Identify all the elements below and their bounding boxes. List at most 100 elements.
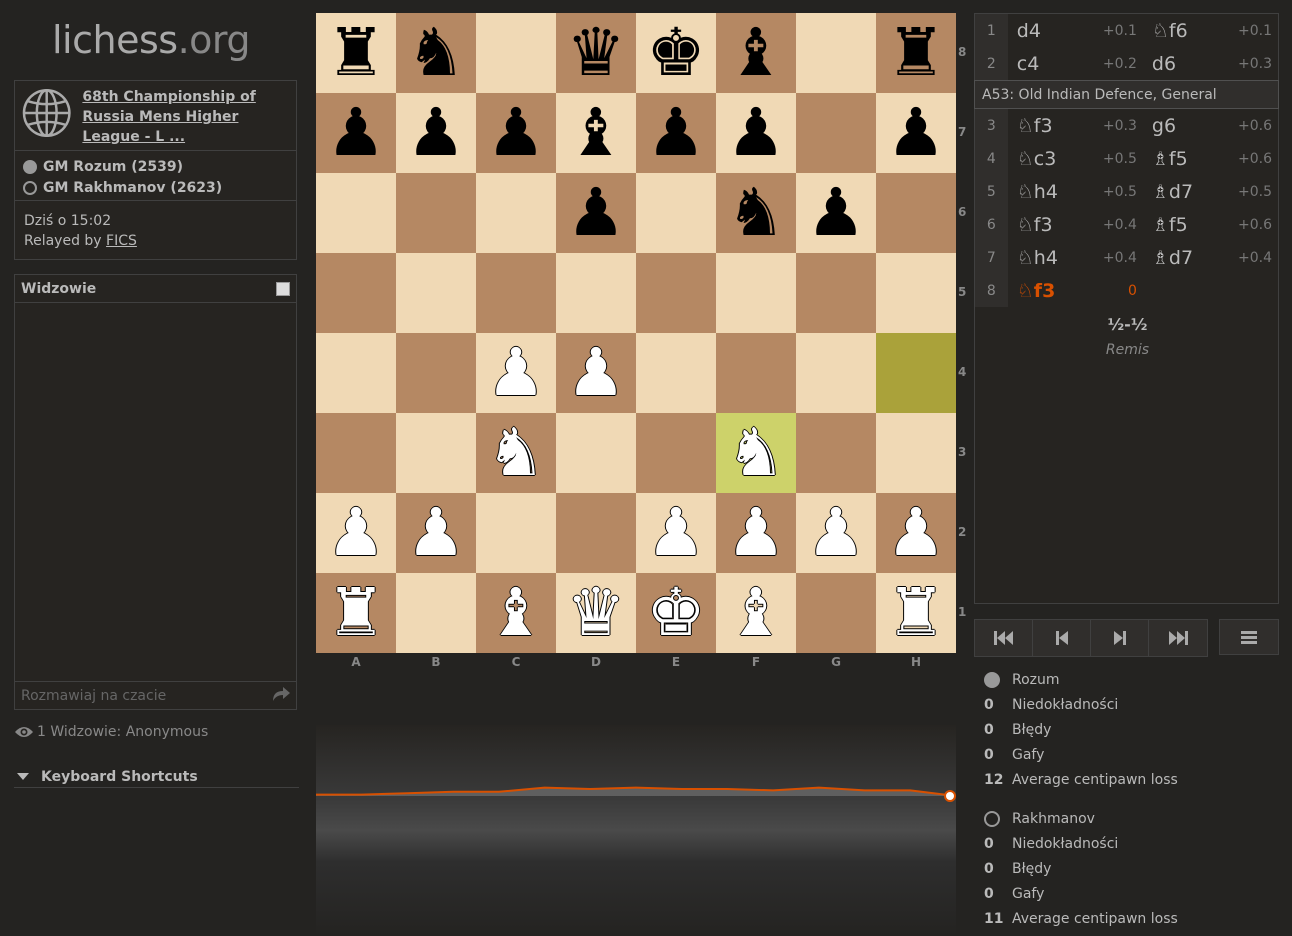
black-rook-piece[interactable]: ♜: [326, 13, 385, 93]
white-move[interactable]: d4 +0.1: [1008, 20, 1143, 42]
tournament-link[interactable]: 68th Championship of Russia Mens Higher …: [82, 87, 290, 145]
square-b2[interactable]: ♟: [396, 493, 476, 573]
square-d7[interactable]: ♝: [556, 93, 636, 173]
black-pawn-piece[interactable]: ♟: [886, 93, 945, 173]
white-pawn-piece[interactable]: ♟: [646, 493, 705, 573]
white-pawn-piece[interactable]: ♟: [326, 493, 385, 573]
square-c2[interactable]: [476, 493, 556, 573]
black-player[interactable]: GM Rakhmanov (2623): [23, 177, 288, 198]
square-b7[interactable]: ♟: [396, 93, 476, 173]
square-a4[interactable]: [316, 333, 396, 413]
square-b3[interactable]: [396, 413, 476, 493]
white-move[interactable]: ♘f3 +0.4: [1008, 214, 1143, 236]
square-a6[interactable]: [316, 173, 396, 253]
square-f5[interactable]: [716, 253, 796, 333]
square-c1[interactable]: ♝: [476, 573, 556, 653]
black-knight-piece[interactable]: ♞: [406, 13, 465, 93]
square-d8[interactable]: ♛: [556, 13, 636, 93]
black-bishop-piece[interactable]: ♝: [566, 93, 625, 173]
square-h5[interactable]: [876, 253, 956, 333]
square-b5[interactable]: [396, 253, 476, 333]
square-g4[interactable]: [796, 333, 876, 413]
last-move-button[interactable]: [1149, 620, 1207, 656]
square-f6[interactable]: ♞: [716, 173, 796, 253]
black-queen-piece[interactable]: ♛: [566, 13, 625, 93]
square-h2[interactable]: ♟: [876, 493, 956, 573]
white-bishop-piece[interactable]: ♝: [486, 573, 545, 653]
square-d3[interactable]: [556, 413, 636, 493]
square-f4[interactable]: [716, 333, 796, 413]
square-g7[interactable]: [796, 93, 876, 173]
white-pawn-piece[interactable]: ♟: [886, 493, 945, 573]
white-player[interactable]: GM Rozum (2539): [23, 156, 288, 177]
black-rook-piece[interactable]: ♜: [886, 13, 945, 93]
square-a7[interactable]: ♟: [316, 93, 396, 173]
white-pawn-piece[interactable]: ♟: [406, 493, 465, 573]
white-move[interactable]: ♘f3 0: [1008, 280, 1143, 302]
white-pawn-piece[interactable]: ♟: [486, 333, 545, 413]
square-g8[interactable]: [796, 13, 876, 93]
black-move[interactable]: ♗f5 +0.6: [1143, 148, 1278, 170]
black-move[interactable]: ♗d7 +0.5: [1143, 181, 1278, 203]
first-move-button[interactable]: [975, 620, 1033, 656]
square-c3[interactable]: ♞: [476, 413, 556, 493]
square-h1[interactable]: ♜: [876, 573, 956, 653]
relay-link[interactable]: FICS: [106, 233, 137, 249]
square-g6[interactable]: ♟: [796, 173, 876, 253]
square-g5[interactable]: [796, 253, 876, 333]
white-queen-piece[interactable]: ♛: [566, 573, 625, 653]
chessboard[interactable]: ♜ ♞ ♛ ♚ ♝ ♜ ♟ ♟ ♟ ♝ ♟ ♟ ♟ ♟ ♞ ♟ ♟ ♟ ♞ ♞ ♟ ♟ ♟ ♟ ♟ ♟ ♜ ♝ ♛ ♚ ♝ ♜: [316, 13, 956, 653]
square-a8[interactable]: ♜: [316, 13, 396, 93]
black-pawn-piece[interactable]: ♟: [646, 93, 705, 173]
square-d1[interactable]: ♛: [556, 573, 636, 653]
black-pawn-piece[interactable]: ♟: [486, 93, 545, 173]
square-a5[interactable]: [316, 253, 396, 333]
white-bishop-piece[interactable]: ♝: [726, 573, 785, 653]
square-e1[interactable]: ♚: [636, 573, 716, 653]
square-a2[interactable]: ♟: [316, 493, 396, 573]
square-g1[interactable]: [796, 573, 876, 653]
lichess-logo[interactable]: lichess.org: [52, 18, 250, 62]
square-f7[interactable]: ♟: [716, 93, 796, 173]
square-b8[interactable]: ♞: [396, 13, 476, 93]
black-move[interactable]: g6 +0.6: [1143, 115, 1278, 137]
black-king-piece[interactable]: ♚: [646, 13, 705, 93]
white-pawn-piece[interactable]: ♟: [806, 493, 865, 573]
black-pawn-piece[interactable]: ♟: [566, 173, 625, 253]
white-pawn-piece[interactable]: ♟: [726, 493, 785, 573]
black-move[interactable]: ♗f5 +0.6: [1143, 214, 1278, 236]
chat-input[interactable]: [21, 687, 261, 704]
black-pawn-piece[interactable]: ♟: [726, 93, 785, 173]
black-move[interactable]: ♗d7 +0.4: [1143, 247, 1278, 269]
keyboard-shortcuts-toggle[interactable]: Keyboard Shortcuts: [14, 766, 299, 788]
square-h4[interactable]: [876, 333, 956, 413]
black-bishop-piece[interactable]: ♝: [726, 13, 785, 93]
white-rook-piece[interactable]: ♜: [886, 573, 945, 653]
white-move[interactable]: ♘c3 +0.5: [1008, 148, 1143, 170]
black-move[interactable]: d6 +0.3: [1143, 53, 1278, 75]
square-d2[interactable]: [556, 493, 636, 573]
white-pawn-piece[interactable]: ♟: [566, 333, 625, 413]
square-f1[interactable]: ♝: [716, 573, 796, 653]
square-e7[interactable]: ♟: [636, 93, 716, 173]
square-f8[interactable]: ♝: [716, 13, 796, 93]
black-pawn-piece[interactable]: ♟: [806, 173, 865, 253]
square-h7[interactable]: ♟: [876, 93, 956, 173]
chat-toggle-checkbox[interactable]: [276, 281, 290, 296]
square-c7[interactable]: ♟: [476, 93, 556, 173]
square-d4[interactable]: ♟: [556, 333, 636, 413]
square-c8[interactable]: [476, 13, 556, 93]
square-d5[interactable]: [556, 253, 636, 333]
square-d6[interactable]: ♟: [556, 173, 636, 253]
square-c6[interactable]: [476, 173, 556, 253]
square-c4[interactable]: ♟: [476, 333, 556, 413]
square-e4[interactable]: [636, 333, 716, 413]
square-h6[interactable]: [876, 173, 956, 253]
square-g3[interactable]: [796, 413, 876, 493]
white-move[interactable]: c4 +0.2: [1008, 53, 1143, 75]
white-knight-piece[interactable]: ♞: [726, 413, 785, 493]
white-move[interactable]: ♘h4 +0.5: [1008, 181, 1143, 203]
square-b1[interactable]: [396, 573, 476, 653]
black-pawn-piece[interactable]: ♟: [406, 93, 465, 173]
square-a3[interactable]: [316, 413, 396, 493]
